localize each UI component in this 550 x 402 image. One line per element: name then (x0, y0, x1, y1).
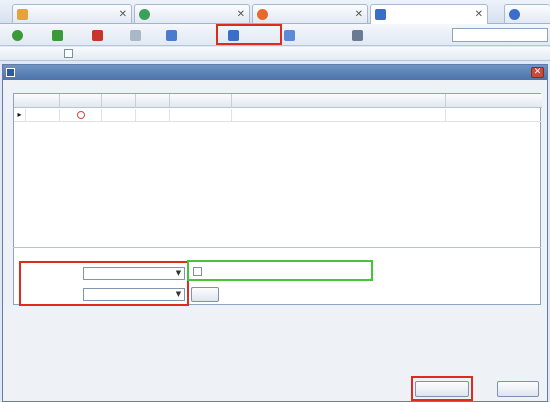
close-icon[interactable]: ✕ (237, 9, 245, 20)
row-name-link[interactable] (102, 109, 136, 122)
store-icon (257, 8, 268, 20)
tab-bar: ✕ ✕ ✕ ✕ (0, 0, 550, 24)
batch-edit-button[interactable] (166, 27, 179, 43)
row-status (170, 109, 232, 122)
image-move-highlight (216, 24, 282, 45)
row-action-link[interactable] (136, 109, 170, 122)
row-num (26, 109, 60, 122)
upload-icon (130, 29, 141, 41)
col-header-num (14, 94, 60, 108)
search-input[interactable] (452, 28, 548, 42)
edit-icon (166, 29, 177, 41)
close-icon[interactable]: ✕ (355, 9, 363, 20)
tab-pending-upload[interactable]: ✕ (370, 4, 488, 24)
home-icon (17, 8, 28, 20)
custom-category-button[interactable] (284, 27, 297, 43)
sort-icon (352, 29, 363, 41)
refresh-icon (12, 29, 23, 41)
row-arrow: ▸ (14, 109, 26, 122)
select-all-checkbox[interactable] (64, 49, 73, 58)
upload-list-icon (375, 9, 386, 20)
close-icon[interactable]: ✕ (119, 9, 127, 20)
close-icon[interactable]: ✕ (475, 9, 483, 20)
close-button[interactable] (497, 381, 539, 397)
auto-retry-highlight (187, 260, 373, 281)
col-header-title (232, 94, 446, 108)
tab-store[interactable]: ✕ (252, 4, 368, 23)
col-header-icon (60, 94, 102, 108)
image-icon (6, 68, 15, 77)
row-icon-cell (60, 109, 102, 122)
tab-all[interactable] (504, 4, 550, 23)
search-icon[interactable] (76, 111, 85, 119)
col-header-action (136, 94, 170, 108)
row-result (446, 109, 542, 122)
sort-button[interactable] (352, 27, 365, 43)
tab-online[interactable]: ✕ (134, 4, 250, 23)
tab-home[interactable]: ✕ (12, 4, 132, 23)
delete-button[interactable] (92, 27, 105, 43)
delete-icon (92, 29, 103, 41)
row-title (232, 109, 446, 122)
new-button[interactable] (52, 27, 65, 43)
dialog-title-bar: ✕ (3, 65, 547, 80)
settings-highlight (19, 261, 189, 306)
product-grid-header (0, 47, 550, 61)
col-header-result (446, 94, 542, 108)
open-button[interactable] (191, 287, 219, 302)
start-move-highlight (411, 376, 473, 401)
all-icon (509, 8, 520, 20)
category-icon (284, 29, 295, 41)
plus-icon (52, 29, 63, 41)
upload-button[interactable] (130, 27, 143, 43)
update-button[interactable] (12, 27, 25, 43)
globe-icon (139, 8, 150, 20)
col-header-name (102, 94, 136, 108)
image-move-dialog: ✕ ▸ ▼ ▼ (2, 64, 548, 402)
close-icon[interactable]: ✕ (531, 67, 544, 78)
col-header-status (170, 94, 232, 108)
